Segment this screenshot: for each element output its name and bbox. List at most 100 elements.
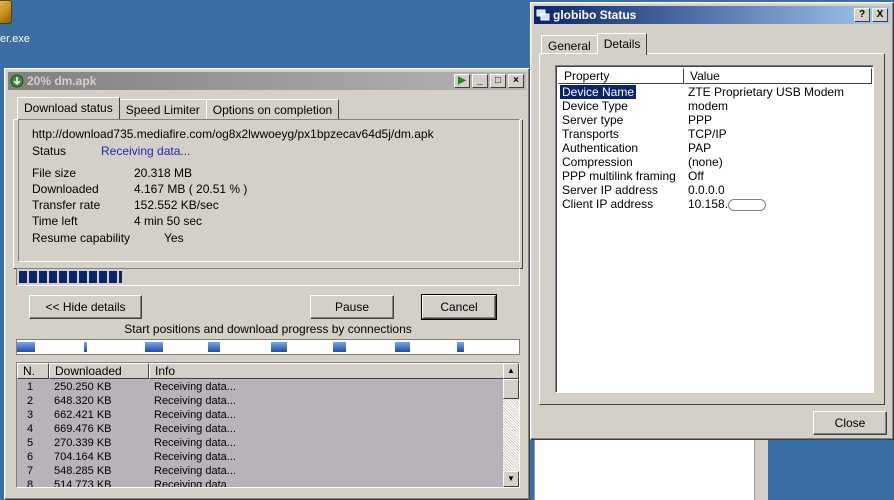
table-row[interactable]: 2 648.320 KB Receiving data... bbox=[17, 394, 504, 408]
scroll-thumb[interactable] bbox=[503, 379, 519, 399]
property-name-selected: Device Name bbox=[558, 84, 638, 100]
row-number: 6 bbox=[27, 451, 34, 463]
property-name: Authentication bbox=[562, 141, 639, 155]
desktop-icon-label[interactable]: er.exe bbox=[0, 33, 30, 45]
download-progress-bar bbox=[16, 268, 520, 286]
row-number: 3 bbox=[27, 409, 34, 421]
time-left-value: 4 min 50 sec bbox=[134, 214, 203, 228]
connection-segment bbox=[395, 342, 410, 352]
close-icon[interactable]: X bbox=[872, 8, 888, 22]
row-number: 7 bbox=[27, 465, 34, 477]
row-number: 5 bbox=[27, 437, 34, 449]
property-value: ZTE Proprietary USB Modem bbox=[688, 85, 845, 99]
minimize-button[interactable]: _ bbox=[472, 74, 488, 88]
column-header-property[interactable]: Property bbox=[558, 68, 684, 84]
row-downloaded: 669.476 KB bbox=[54, 423, 112, 435]
table-row[interactable]: 3 662.421 KB Receiving data... bbox=[17, 408, 504, 422]
redacted-ip-mark bbox=[728, 198, 767, 211]
close-button[interactable]: × bbox=[508, 74, 524, 88]
scroll-up-icon[interactable]: ▲ bbox=[503, 363, 519, 379]
column-header-n[interactable]: N. bbox=[17, 363, 49, 379]
row-number: 4 bbox=[27, 423, 34, 435]
resume-label: Resume capability bbox=[32, 231, 131, 245]
status-window-title: globibo Status bbox=[553, 8, 637, 22]
row-downloaded: 548.285 KB bbox=[54, 465, 112, 477]
property-value: modem bbox=[688, 99, 729, 113]
column-header-downloaded[interactable]: Downloaded bbox=[49, 363, 149, 379]
status-window: globibo Status ? X General Details Prope… bbox=[530, 2, 894, 440]
property-value: 0.0.0.0 bbox=[688, 183, 725, 197]
download-progress-fill bbox=[19, 271, 122, 283]
tab-options-on-completion[interactable]: Options on completion bbox=[205, 99, 340, 119]
table-row[interactable]: 4 669.476 KB Receiving data... bbox=[17, 422, 504, 436]
property-value: Off bbox=[688, 169, 704, 183]
row-info: Receiving data... bbox=[154, 423, 236, 435]
properties-header: Property Value bbox=[558, 68, 872, 84]
table-row[interactable]: 1 250.250 KB Receiving data... bbox=[17, 380, 504, 394]
table-row[interactable]: 7 548.285 KB Receiving data... bbox=[17, 464, 504, 478]
property-name: Server type bbox=[562, 113, 624, 127]
downloaded-label: Downloaded bbox=[32, 182, 99, 196]
connections-list[interactable]: N. Downloaded Info 1 250.250 KB Receiving … bbox=[16, 362, 520, 488]
connection-segment bbox=[457, 342, 464, 352]
property-value: TCP/IP bbox=[688, 127, 727, 141]
row-downloaded: 704.164 KB bbox=[54, 451, 112, 463]
desktop-icon[interactable] bbox=[0, 0, 12, 24]
connections-list-header: N. Downloaded Info bbox=[17, 363, 504, 379]
connection-segment bbox=[271, 342, 287, 352]
property-name: Client IP address bbox=[562, 197, 654, 211]
column-header-value[interactable]: Value bbox=[684, 68, 872, 84]
property-value: 10.158. bbox=[688, 197, 767, 211]
table-row[interactable]: 5 270.339 KB Receiving data... bbox=[17, 436, 504, 450]
row-downloaded: 270.339 KB bbox=[54, 437, 112, 449]
transfer-rate-label: Transfer rate bbox=[32, 198, 101, 212]
background-window-fragment bbox=[534, 440, 754, 500]
property-name: Device Type bbox=[562, 99, 628, 113]
table-row[interactable]: 6 704.164 KB Receiving data... bbox=[17, 450, 504, 464]
download-title-bar[interactable]: 20% dm.apk ▶ _ □ × bbox=[8, 72, 526, 90]
client-ip-partial: 10.158. bbox=[688, 197, 729, 211]
status-title-bar[interactable]: globibo Status ? X bbox=[534, 6, 890, 24]
table-row[interactable]: 8 514.773 KB Receiving data... bbox=[17, 478, 504, 488]
connection-segment bbox=[17, 342, 35, 352]
property-name: PPP multilink framing bbox=[562, 169, 676, 183]
connections-scrollbar[interactable]: ▲ ▼ bbox=[503, 363, 519, 487]
file-size-value: 20.318 MB bbox=[134, 166, 193, 180]
scroll-down-icon[interactable]: ▼ bbox=[503, 471, 519, 487]
downloaded-value: 4.167 MB ( 20.51 % ) bbox=[134, 182, 248, 196]
maximize-button[interactable]: □ bbox=[490, 74, 506, 88]
property-name: Compression bbox=[562, 155, 633, 169]
row-info: Receiving data... bbox=[154, 437, 236, 449]
time-left-label: Time left bbox=[32, 214, 78, 228]
status-label: Status bbox=[32, 144, 67, 158]
row-info: Receiving data... bbox=[154, 409, 236, 421]
tab-download-status[interactable]: Download status bbox=[17, 97, 120, 119]
close-button[interactable]: Close bbox=[813, 411, 887, 435]
play-icon[interactable]: ▶ bbox=[454, 74, 470, 88]
row-number: 8 bbox=[27, 479, 34, 488]
properties-list[interactable]: Property Value Device Name ZTE Proprietar… bbox=[555, 65, 874, 393]
tab-general[interactable]: General bbox=[541, 35, 598, 55]
row-downloaded: 662.421 KB bbox=[54, 409, 112, 421]
download-url: http://download735.mediafire.com/og8x2lw… bbox=[32, 127, 434, 141]
connection-segment bbox=[333, 342, 346, 352]
status-tabs: General Details bbox=[541, 33, 648, 55]
row-info: Receiving data... bbox=[154, 465, 236, 477]
row-downloaded: 648.320 KB bbox=[54, 395, 112, 407]
cancel-button[interactable]: Cancel bbox=[421, 294, 497, 320]
connection-segment bbox=[208, 342, 220, 352]
transfer-rate-value: 152.552 KB/sec bbox=[134, 198, 219, 212]
help-button[interactable]: ? bbox=[854, 8, 870, 22]
download-app-icon bbox=[10, 74, 24, 88]
pause-button[interactable]: Pause bbox=[310, 295, 394, 319]
property-name: Server IP address bbox=[562, 183, 658, 197]
column-header-info[interactable]: Info bbox=[149, 363, 504, 379]
download-tabs: Download status Speed Limiter Options on… bbox=[17, 97, 340, 119]
property-value: (none) bbox=[688, 155, 723, 169]
network-connection-icon bbox=[536, 9, 550, 21]
row-info: Receiving data... bbox=[154, 395, 236, 407]
hide-details-button[interactable]: << Hide details bbox=[29, 295, 142, 319]
tab-speed-limiter[interactable]: Speed Limiter bbox=[118, 99, 207, 119]
tab-details[interactable]: Details bbox=[596, 33, 648, 55]
row-downloaded: 514.773 KB bbox=[54, 479, 112, 488]
